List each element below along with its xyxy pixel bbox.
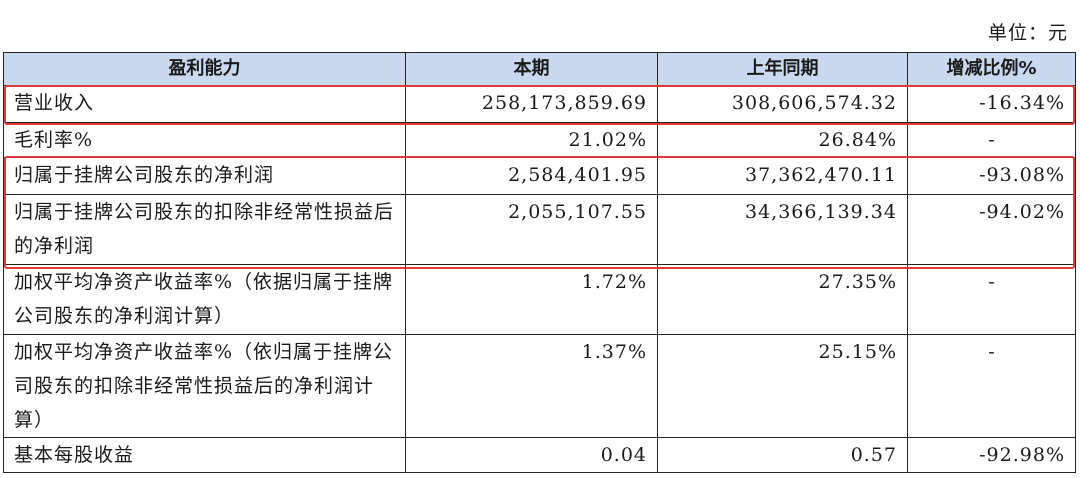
row-change-value: -16.34%: [907, 85, 1076, 123]
row-current-value: 0.04: [405, 437, 658, 473]
row-change-value: -92.98%: [907, 437, 1076, 473]
header-current-period: 本期: [405, 52, 658, 86]
row-current-value: 1.72%: [405, 264, 658, 335]
row-label: 归属于挂牌公司股东的净利润: [3, 157, 406, 195]
row-change-value: -: [907, 122, 1076, 158]
row-current-value: 258,173,859.69: [405, 85, 658, 123]
row-change-value: -: [907, 334, 1076, 438]
row-current-value: 2,055,107.55: [405, 194, 658, 265]
row-previous-value: 308,606,574.32: [657, 85, 908, 123]
unit-label: 单位：元: [987, 22, 1068, 44]
row-label: 加权平均净资产收益率%（依归属于挂牌公司股东的扣除非经常性损益后的净利润计算）: [3, 334, 406, 438]
row-label: 归属于挂牌公司股东的扣除非经常性损益后的净利润: [3, 194, 406, 265]
header-profitability: 盈利能力: [3, 52, 406, 86]
row-change-value: -94.02%: [907, 194, 1076, 265]
header-previous-period: 上年同期: [657, 52, 908, 86]
row-previous-value: 27.35%: [657, 264, 908, 335]
header-change-ratio: 增减比例%: [907, 52, 1076, 86]
table-row-eps: 基本每股收益 0.04 0.57 -92.98%: [3, 437, 1076, 473]
profitability-table: 盈利能力 本期 上年同期 增减比例% 营业收入 258,173,859.69 3…: [3, 52, 1076, 473]
row-label: 加权平均净资产收益率%（依据归属于挂牌公司股东的净利润计算）: [3, 264, 406, 335]
row-label: 基本每股收益: [3, 437, 406, 473]
table-row-roe: 加权平均净资产收益率%（依据归属于挂牌公司股东的净利润计算） 1.72% 27.…: [3, 264, 1076, 335]
row-previous-value: 37,362,470.11: [657, 157, 908, 195]
row-previous-value: 26.84%: [657, 122, 908, 158]
row-label: 营业收入: [3, 85, 406, 123]
row-previous-value: 0.57: [657, 437, 908, 473]
row-change-value: -93.08%: [907, 157, 1076, 195]
row-current-value: 21.02%: [405, 122, 658, 158]
row-previous-value: 25.15%: [657, 334, 908, 438]
table-row-net-profit: 归属于挂牌公司股东的净利润 2,584,401.95 37,362,470.11…: [3, 157, 1076, 195]
table-row-roe-deducted: 加权平均净资产收益率%（依归属于挂牌公司股东的扣除非经常性损益后的净利润计算） …: [3, 334, 1076, 438]
row-current-value: 2,584,401.95: [405, 157, 658, 195]
table-row-revenue: 营业收入 258,173,859.69 308,606,574.32 -16.3…: [3, 85, 1076, 123]
row-previous-value: 34,366,139.34: [657, 194, 908, 265]
table-row-net-profit-deducted: 归属于挂牌公司股东的扣除非经常性损益后的净利润 2,055,107.55 34,…: [3, 194, 1076, 265]
row-label: 毛利率%: [3, 122, 406, 158]
table-row-gross-margin: 毛利率% 21.02% 26.84% -: [3, 122, 1076, 158]
row-current-value: 1.37%: [405, 334, 658, 438]
table-header-row: 盈利能力 本期 上年同期 增减比例%: [3, 52, 1076, 86]
row-change-value: -: [907, 264, 1076, 335]
